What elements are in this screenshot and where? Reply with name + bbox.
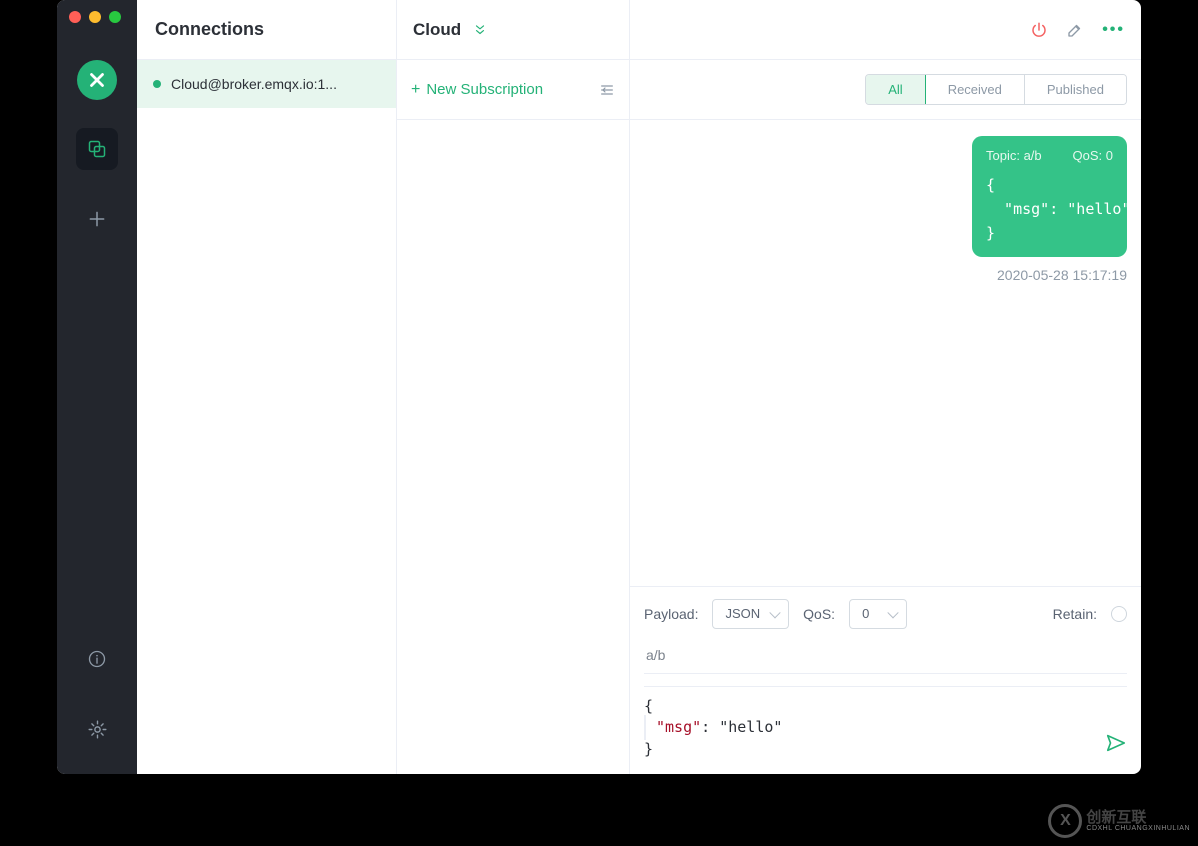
watermark: X 创新互联 CDXHL CHUANGXINHULIAN <box>1048 804 1190 838</box>
watermark-name: 创新互联 <box>1086 810 1190 826</box>
message-topic: Topic: a/b <box>986 148 1042 163</box>
message-timestamp: 2020-05-28 15:17:19 <box>644 267 1127 283</box>
payload-editor[interactable]: { "msg": "hello" } <box>644 686 1127 759</box>
nav-info[interactable] <box>76 638 118 680</box>
connections-icon <box>87 139 107 159</box>
edit-button[interactable] <box>1066 21 1084 39</box>
payload-label: Payload: <box>644 606 698 622</box>
collapse-subscriptions-icon[interactable] <box>599 82 615 98</box>
payload-format-select[interactable]: JSON <box>712 599 789 629</box>
new-subscription-label: New Subscription <box>426 81 543 98</box>
send-icon <box>1105 732 1127 754</box>
connection-header: Cloud <box>397 0 629 60</box>
connection-toolbar: ••• <box>630 0 1141 60</box>
filter-tab-received[interactable]: Received <box>926 75 1025 104</box>
main-panel: ••• All Received Published Topic: a/b Qo… <box>630 0 1141 774</box>
message-qos: QoS: 0 <box>1073 148 1113 163</box>
watermark-logo-icon: X <box>1048 804 1082 838</box>
filter-tab-all[interactable]: All <box>866 75 925 104</box>
connections-panel: Connections Cloud@broker.emqx.io:1... <box>137 0 397 774</box>
message-filter-bar: All Received Published <box>630 60 1141 120</box>
nav-settings[interactable] <box>76 708 118 750</box>
connections-title: Connections <box>137 0 396 60</box>
subscriptions-panel: Cloud + New Subscription <box>397 0 630 774</box>
filter-tabs: All Received Published <box>865 74 1127 105</box>
watermark-sub: CDXHL CHUANGXINHULIAN <box>1086 825 1190 832</box>
publish-panel: Payload: JSON QoS: 0 Retain: { "msg": "h… <box>630 586 1141 775</box>
publish-options-row: Payload: JSON QoS: 0 Retain: <box>644 599 1127 629</box>
connection-item[interactable]: Cloud@broker.emqx.io:1... <box>137 60 396 108</box>
status-dot-icon <box>153 80 161 88</box>
window-controls <box>69 11 121 23</box>
message-bubble-out: Topic: a/b QoS: 0 { "msg": "hello" } <box>972 136 1127 257</box>
nav-connections[interactable] <box>76 128 118 170</box>
new-subscription-button[interactable]: + New Subscription <box>411 81 543 98</box>
message-body: { "msg": "hello" } <box>986 173 1113 245</box>
maximize-window-icon[interactable] <box>109 11 121 23</box>
minimize-window-icon[interactable] <box>89 11 101 23</box>
info-icon <box>87 649 107 669</box>
settings-icon <box>87 719 108 740</box>
qos-select[interactable]: 0 <box>849 599 907 629</box>
message-list: Topic: a/b QoS: 0 { "msg": "hello" } 202… <box>630 120 1141 586</box>
add-icon <box>87 209 107 229</box>
send-button[interactable] <box>1105 732 1127 754</box>
connection-label: Cloud@broker.emqx.io:1... <box>171 76 337 92</box>
retain-toggle[interactable] <box>1111 606 1127 622</box>
more-button[interactable]: ••• <box>1102 21 1125 39</box>
subscriptions-toolbar: + New Subscription <box>397 60 629 120</box>
plus-icon: + <box>411 82 420 98</box>
app-window: Connections Cloud@broker.emqx.io:1... Cl… <box>57 0 1141 774</box>
retain-label: Retain: <box>1053 606 1097 622</box>
qos-label: QoS: <box>803 606 835 622</box>
topic-input[interactable] <box>644 641 1127 674</box>
filter-tab-published[interactable]: Published <box>1025 75 1126 104</box>
edit-icon <box>1066 21 1084 39</box>
connection-name: Cloud <box>413 20 461 40</box>
power-icon <box>1030 21 1048 39</box>
app-logo <box>77 60 117 100</box>
nav-add[interactable] <box>76 198 118 240</box>
close-window-icon[interactable] <box>69 11 81 23</box>
disconnect-button[interactable] <box>1030 21 1048 39</box>
nav-rail <box>57 0 137 774</box>
expand-icon[interactable] <box>473 23 487 37</box>
message-meta: Topic: a/b QoS: 0 <box>986 148 1113 163</box>
